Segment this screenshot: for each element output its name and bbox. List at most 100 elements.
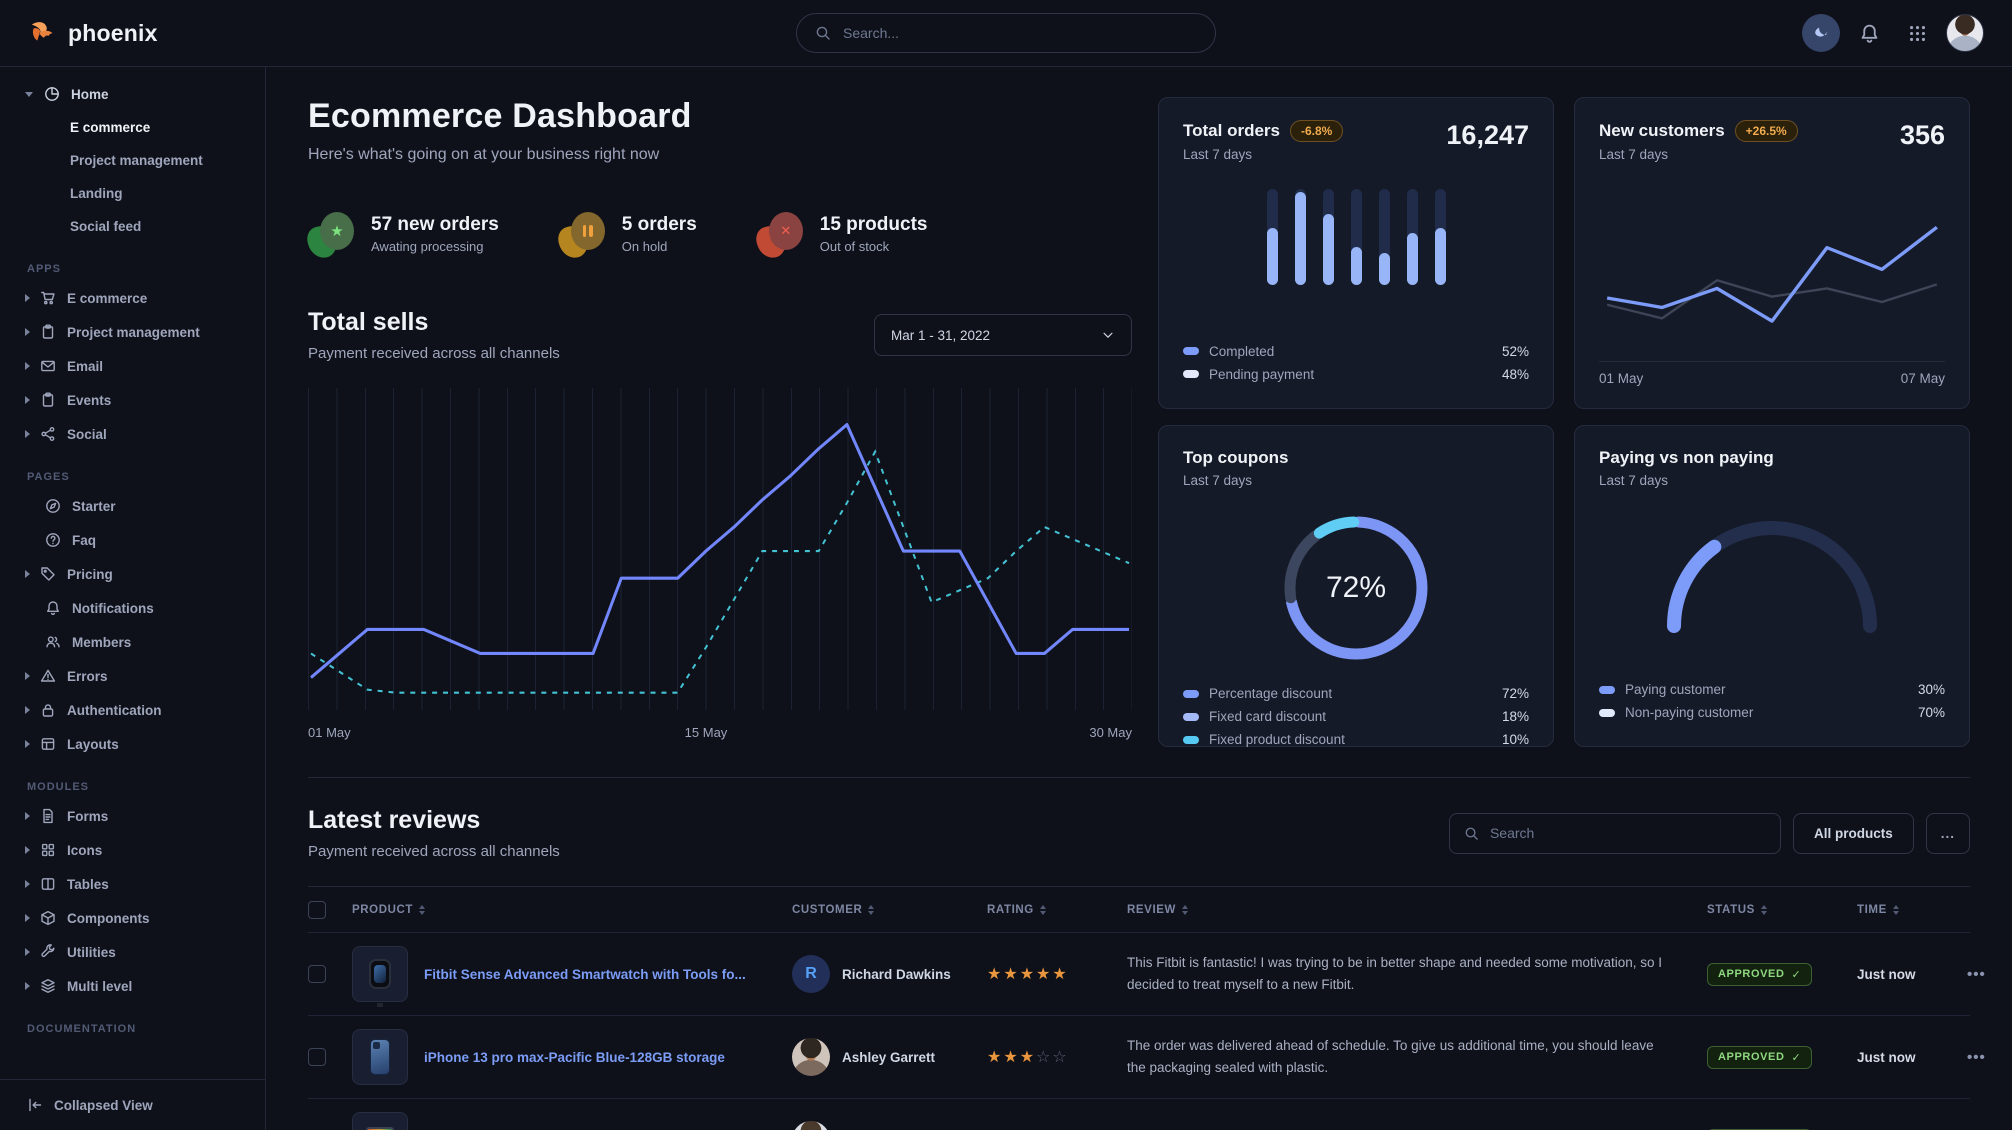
sidebar-item-project-management[interactable]: Project management xyxy=(0,144,265,177)
product-link[interactable]: iPhone 13 pro max-Pacific Blue-128GB sto… xyxy=(424,1050,725,1065)
sidebar-item-multi-level[interactable]: Multi level xyxy=(0,969,265,1003)
col-product[interactable]: PRODUCT xyxy=(352,904,792,916)
all-products-button[interactable]: All products xyxy=(1793,813,1914,854)
sidebar-item-home[interactable]: Home xyxy=(0,77,265,111)
date-range-select[interactable]: Mar 1 - 31, 2022 xyxy=(874,314,1132,356)
review-text: The order was delivered ahead of schedul… xyxy=(1127,1035,1707,1078)
envelope-icon xyxy=(40,358,56,374)
sort-icon xyxy=(419,905,425,915)
total-sells-title: Total sells xyxy=(308,308,560,337)
orders-bar-chart xyxy=(1267,189,1446,285)
brand-name: phoenix xyxy=(68,20,158,47)
col-review[interactable]: REVIEW xyxy=(1127,904,1707,916)
compass-icon xyxy=(45,498,61,514)
sidebar-item-tables[interactable]: Tables xyxy=(0,867,265,901)
sidebar-item-notifications[interactable]: Notifications xyxy=(0,591,265,625)
col-rating[interactable]: RATING xyxy=(987,904,1127,916)
customer-avatar xyxy=(792,1121,830,1130)
sidebar-item-utilities[interactable]: Utilities xyxy=(0,935,265,969)
sidebar-item-apps-events[interactable]: Events xyxy=(0,383,265,417)
sidebar-item-faq[interactable]: Faq xyxy=(0,523,265,557)
customer-name: Richard Dawkins xyxy=(842,967,951,982)
search-input[interactable] xyxy=(843,25,1197,41)
theme-toggle-button[interactable] xyxy=(1802,14,1840,52)
sidebar-item-ecommerce[interactable]: E commerce xyxy=(0,111,265,144)
paying-gauge-chart xyxy=(1652,508,1892,638)
columns-icon xyxy=(40,876,56,892)
rating-stars: ★★★★★ xyxy=(987,964,1127,984)
row-checkbox[interactable] xyxy=(308,965,326,983)
sidebar-item-starter[interactable]: Starter xyxy=(0,489,265,523)
legend-row: Non-paying customer70% xyxy=(1599,701,1945,724)
check-icon: ✓ xyxy=(1792,1051,1802,1064)
order-bar xyxy=(1295,189,1306,285)
bell-icon xyxy=(1859,23,1880,44)
main-content: Ecommerce Dashboard Here's what's going … xyxy=(266,67,2012,1130)
sidebar-item-authentication[interactable]: Authentication xyxy=(0,693,265,727)
status-badge: APPROVED✓ xyxy=(1707,963,1812,986)
sidebar-item-components[interactable]: Components xyxy=(0,901,265,935)
product-image-smartwatch xyxy=(352,946,408,1002)
col-time[interactable]: TIME xyxy=(1857,904,1967,916)
sidebar-item-apps-social[interactable]: Social xyxy=(0,417,265,451)
sort-icon xyxy=(1182,905,1188,915)
order-bar xyxy=(1379,189,1390,285)
order-bar xyxy=(1351,189,1362,285)
sidebar-item-pricing[interactable]: Pricing xyxy=(0,557,265,591)
col-customer[interactable]: CUSTOMER xyxy=(792,904,987,916)
x-axis-labels: 01 May 15 May 30 May xyxy=(308,720,1132,740)
customer-avatar xyxy=(792,1038,830,1076)
lock-icon xyxy=(40,702,56,718)
sidebar-item-landing[interactable]: Landing xyxy=(0,177,265,210)
sidebar-item-social-feed[interactable]: Social feed xyxy=(0,210,265,243)
warning-triangle-icon xyxy=(40,668,56,684)
collapse-sidebar-button[interactable]: Collapsed View xyxy=(0,1079,265,1130)
sidebar-item-apps-ecommerce[interactable]: E commerce xyxy=(0,281,265,315)
clipboard-icon xyxy=(40,392,56,408)
star-icon: ★ xyxy=(330,222,343,240)
row-checkbox[interactable] xyxy=(308,1048,326,1066)
sidebar-item-layouts[interactable]: Layouts xyxy=(0,727,265,761)
order-bar xyxy=(1407,189,1418,285)
row-menu-button[interactable]: ••• xyxy=(1967,1049,1994,1066)
reviews-search-input[interactable] xyxy=(1490,825,1766,841)
layout-icon xyxy=(40,736,56,752)
user-avatar[interactable] xyxy=(1946,14,1984,52)
more-options-button[interactable]: ... xyxy=(1926,813,1970,854)
brand-logo[interactable]: phoenix xyxy=(28,18,158,48)
select-all-checkbox[interactable] xyxy=(308,901,326,919)
chevron-right-icon xyxy=(25,982,30,990)
row-menu-button[interactable]: ••• xyxy=(1967,966,1994,983)
apps-grid-button[interactable] xyxy=(1898,14,1936,52)
sidebar-item-icons[interactable]: Icons xyxy=(0,833,265,867)
chevron-right-icon xyxy=(25,812,30,820)
layers-icon xyxy=(40,978,56,994)
coupons-donut-chart: 72% xyxy=(1268,500,1444,676)
legend-row: Fixed card discount18% xyxy=(1183,705,1529,728)
chevron-right-icon xyxy=(25,846,30,854)
latest-reviews-title: Latest reviews xyxy=(308,806,560,835)
total-sells-chart: 01 May 15 May 30 May xyxy=(308,388,1132,740)
sidebar-item-members[interactable]: Members xyxy=(0,625,265,659)
chevron-right-icon xyxy=(25,294,30,302)
order-bar xyxy=(1435,189,1446,285)
sidebar-item-errors[interactable]: Errors xyxy=(0,659,265,693)
stat-out-of-stock: ✕ 15 productsOut of stock xyxy=(757,210,928,258)
sidebar-item-forms[interactable]: Forms xyxy=(0,799,265,833)
sidebar-nav: Home E commerce Project management Landi… xyxy=(0,67,266,1130)
sort-icon xyxy=(1761,905,1767,915)
sidebar-section-documentation: DOCUMENTATION xyxy=(0,1003,265,1041)
search-icon xyxy=(1464,826,1479,841)
top-coupons-card: Top coupons Last 7 days 72% Percentage d… xyxy=(1158,425,1554,747)
product-image-macbook xyxy=(352,1112,408,1130)
legend-row: Fixed product discount10% xyxy=(1183,728,1529,751)
notifications-button[interactable] xyxy=(1850,14,1888,52)
reviews-search[interactable] xyxy=(1449,813,1781,854)
sidebar-item-apps-project-management[interactable]: Project management xyxy=(0,315,265,349)
sort-icon xyxy=(1893,905,1899,915)
navbar-search[interactable] xyxy=(796,13,1216,53)
col-status[interactable]: STATUS xyxy=(1707,904,1857,916)
sidebar-item-apps-email[interactable]: Email xyxy=(0,349,265,383)
top-navbar: phoenix xyxy=(0,0,2012,67)
product-link[interactable]: Fitbit Sense Advanced Smartwatch with To… xyxy=(424,967,746,982)
